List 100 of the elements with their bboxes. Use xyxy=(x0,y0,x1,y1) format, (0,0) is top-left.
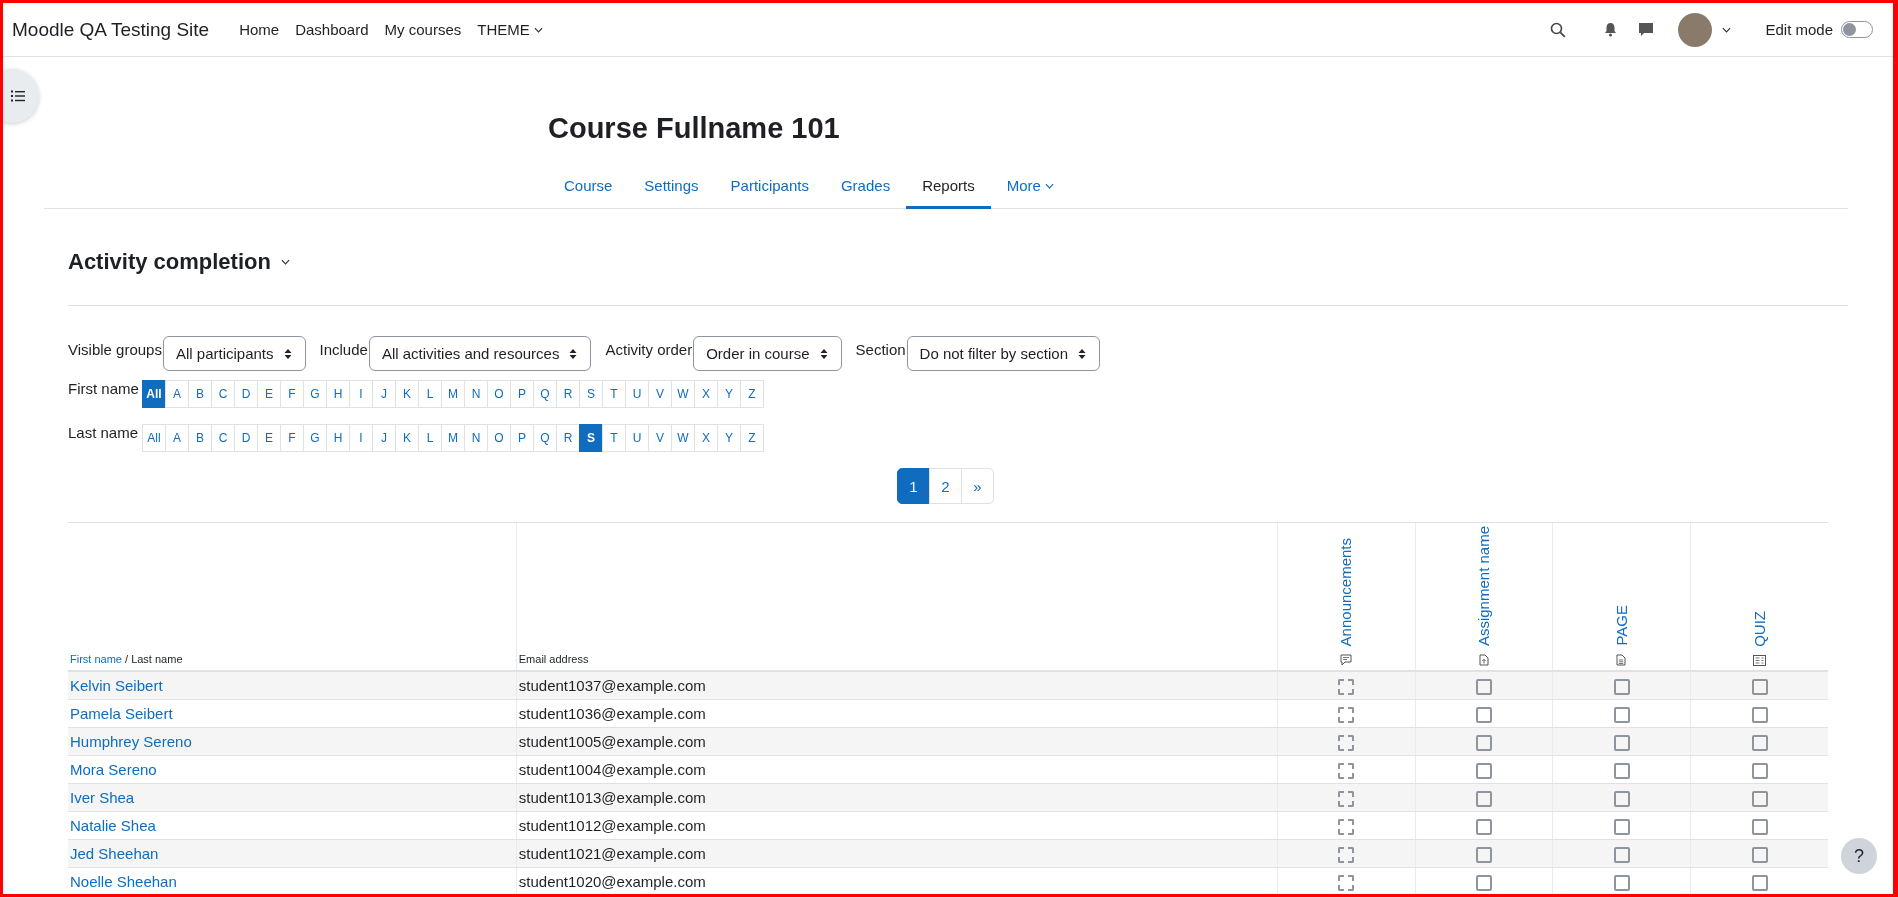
course-tab[interactable]: Grades xyxy=(824,165,907,209)
initial-letter[interactable]: Q xyxy=(533,424,557,452)
edit-mode-toggle[interactable] xyxy=(1841,21,1873,38)
completion-checkbox[interactable] xyxy=(1751,678,1768,695)
initial-letter[interactable]: Q xyxy=(533,380,557,408)
initial-letter[interactable]: E xyxy=(257,424,281,452)
initial-letter[interactable]: T xyxy=(602,424,626,452)
completion-checkbox[interactable] xyxy=(1613,846,1630,863)
filter-select[interactable]: All activities and resources xyxy=(368,336,592,371)
initial-letter[interactable]: C xyxy=(211,380,235,408)
initial-letter[interactable]: All xyxy=(142,424,166,452)
student-name-link[interactable]: Kelvin Seibert xyxy=(70,677,163,695)
initial-letter[interactable]: O xyxy=(487,380,511,408)
filter-select[interactable]: Do not filter by section xyxy=(906,336,1100,371)
student-name-link[interactable]: Noelle Sheehan xyxy=(70,873,177,891)
student-name-link[interactable]: Pamela Seibert xyxy=(70,705,173,723)
nav-link[interactable]: Dashboard xyxy=(295,21,369,38)
student-name-link[interactable]: Iver Shea xyxy=(70,789,135,807)
completion-checkbox[interactable] xyxy=(1751,706,1768,723)
chat-icon[interactable] xyxy=(1638,22,1655,37)
completion-checkbox[interactable] xyxy=(1613,874,1630,891)
initial-letter[interactable]: H xyxy=(326,380,350,408)
completion-checkbox[interactable] xyxy=(1751,734,1768,751)
initial-letter[interactable]: V xyxy=(648,380,672,408)
initial-letter[interactable]: I xyxy=(349,424,373,452)
initial-letter[interactable]: U xyxy=(625,380,649,408)
initial-letter[interactable]: R xyxy=(556,380,580,408)
page-link[interactable]: » xyxy=(961,468,994,504)
initial-letter[interactable]: D xyxy=(234,424,258,452)
completion-checkbox[interactable] xyxy=(1476,874,1492,891)
initial-letter[interactable]: S xyxy=(579,424,603,452)
completion-checkbox[interactable] xyxy=(1751,818,1768,835)
initial-letter[interactable]: W xyxy=(671,424,695,452)
initial-letter[interactable]: Z xyxy=(740,380,764,408)
completion-checkbox[interactable] xyxy=(1613,762,1630,779)
initial-letter[interactable]: E xyxy=(257,380,281,408)
initial-letter[interactable]: P xyxy=(510,380,534,408)
initial-letter[interactable]: J xyxy=(372,424,396,452)
initial-letter[interactable]: D xyxy=(234,380,258,408)
completion-checkbox[interactable] xyxy=(1613,706,1630,723)
initial-letter[interactable]: B xyxy=(188,424,212,452)
student-name-link[interactable]: Mora Sereno xyxy=(70,761,157,779)
course-tab[interactable]: More xyxy=(990,165,1070,209)
filter-select[interactable]: All participants xyxy=(162,336,306,371)
initial-letter[interactable]: Y xyxy=(717,424,741,452)
activity-column-header[interactable]: QUIZ xyxy=(1750,611,1768,648)
initial-letter[interactable]: H xyxy=(326,424,350,452)
report-title[interactable]: Activity completion xyxy=(68,249,271,275)
completion-checkbox[interactable] xyxy=(1476,790,1492,807)
help-button[interactable]: ? xyxy=(1841,838,1877,874)
filter-select[interactable]: Order in course xyxy=(693,336,842,371)
page-link[interactable]: 1 xyxy=(897,468,930,504)
course-tab[interactable]: Settings xyxy=(628,165,715,209)
completion-checkbox[interactable] xyxy=(1476,762,1492,779)
caret-icon[interactable] xyxy=(1722,26,1732,33)
activity-column-header[interactable]: PAGE xyxy=(1612,605,1630,647)
initial-letter[interactable]: U xyxy=(625,424,649,452)
initial-letter[interactable]: I xyxy=(349,380,373,408)
user-avatar[interactable] xyxy=(1678,12,1713,47)
initial-letter[interactable]: K xyxy=(395,380,419,408)
initial-letter[interactable]: F xyxy=(280,424,304,452)
initial-letter[interactable]: A xyxy=(165,424,189,452)
initial-letter[interactable]: Y xyxy=(717,380,741,408)
student-name-link[interactable]: Humphrey Sereno xyxy=(70,733,192,751)
completion-checkbox[interactable] xyxy=(1476,818,1492,835)
initial-letter[interactable]: P xyxy=(510,424,534,452)
completion-checkbox[interactable] xyxy=(1613,678,1630,695)
initial-letter[interactable]: S xyxy=(579,380,603,408)
search-icon[interactable] xyxy=(1550,21,1567,38)
initial-letter[interactable]: F xyxy=(280,380,304,408)
initial-letter[interactable]: V xyxy=(648,424,672,452)
nav-link[interactable]: My courses xyxy=(384,21,462,38)
initial-letter[interactable]: Z xyxy=(740,424,764,452)
completion-checkbox[interactable] xyxy=(1613,818,1630,835)
page-link[interactable]: 2 xyxy=(929,468,962,504)
completion-checkbox[interactable] xyxy=(1476,846,1492,863)
course-tab[interactable]: Course xyxy=(548,165,629,209)
activity-column-header[interactable]: Announcements xyxy=(1337,537,1355,647)
completion-checkbox[interactable] xyxy=(1476,734,1492,751)
initial-letter[interactable]: M xyxy=(441,380,465,408)
completion-checkbox[interactable] xyxy=(1751,846,1768,863)
initial-letter[interactable]: K xyxy=(395,424,419,452)
initial-letter[interactable]: J xyxy=(372,380,396,408)
initial-letter[interactable]: M xyxy=(441,424,465,452)
sort-link[interactable]: First name xyxy=(70,653,122,666)
course-tab[interactable]: Participants xyxy=(714,165,825,209)
initial-letter[interactable]: L xyxy=(418,380,442,408)
initial-letter[interactable]: X xyxy=(694,424,718,452)
initial-letter[interactable]: X xyxy=(694,380,718,408)
nav-link[interactable]: Home xyxy=(239,21,280,38)
initial-letter[interactable]: G xyxy=(303,380,327,408)
initial-letter[interactable]: L xyxy=(418,424,442,452)
initial-letter[interactable]: W xyxy=(671,380,695,408)
completion-checkbox[interactable] xyxy=(1751,762,1768,779)
bell-icon[interactable] xyxy=(1604,22,1618,37)
completion-checkbox[interactable] xyxy=(1476,706,1492,723)
completion-checkbox[interactable] xyxy=(1476,678,1492,695)
completion-checkbox[interactable] xyxy=(1751,790,1768,807)
initial-letter[interactable]: G xyxy=(303,424,327,452)
initial-letter[interactable]: B xyxy=(188,380,212,408)
